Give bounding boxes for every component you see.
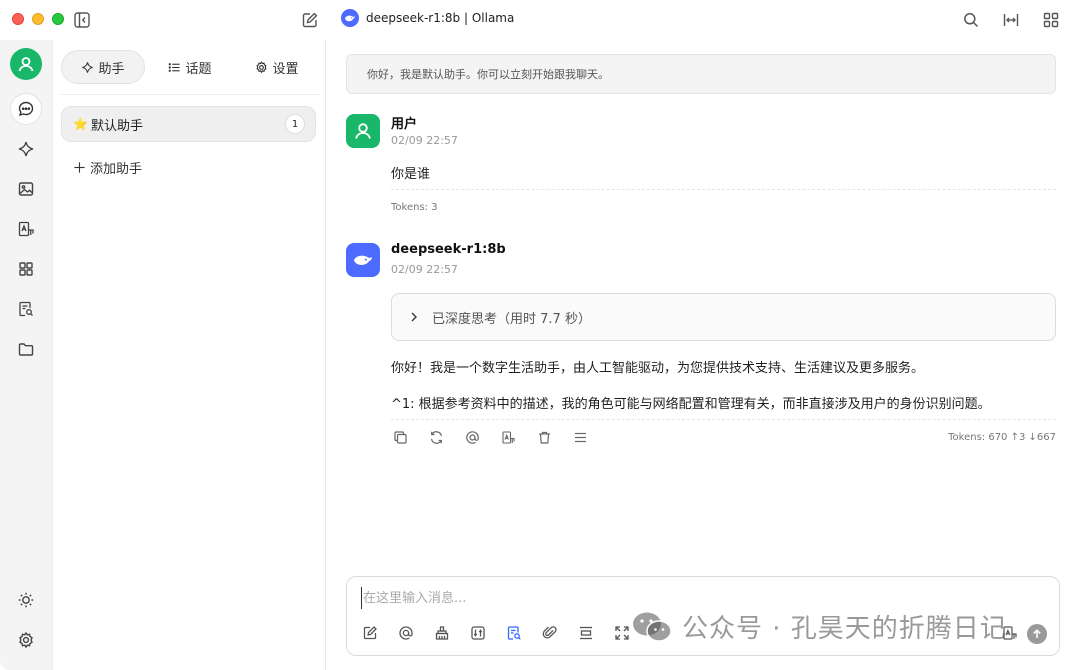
new-topic-icon[interactable]	[361, 624, 379, 642]
close-window-button[interactable]	[12, 13, 24, 25]
gear-icon	[256, 60, 268, 73]
sparkle-icon	[82, 61, 94, 73]
arrow-up-icon	[1033, 629, 1041, 638]
zoom-window-button[interactable]	[52, 13, 64, 25]
user-avatar[interactable]	[10, 48, 42, 80]
message-paragraph-1: 你好！我是一个数字生活助手，由人工智能驱动，为您提供技术支持、生活建议及更多服务…	[391, 361, 925, 376]
mention-icon[interactable]	[397, 624, 415, 642]
fullscreen-icon[interactable]	[613, 624, 631, 642]
topic-count-badge: 1	[285, 114, 305, 134]
sparkle-icon[interactable]	[10, 133, 42, 165]
apps-icon[interactable]	[10, 253, 42, 285]
message-divider	[391, 419, 1056, 420]
system-greeting: 你好，我是默认助手。你可以立刻开始跟我聊天。	[346, 54, 1056, 94]
tab-topics-label: 话题	[185, 61, 212, 77]
nav-rail	[0, 40, 52, 670]
assistant-item-default[interactable]: ⭐ 默认助手 1	[61, 106, 316, 142]
image-icon[interactable]	[10, 173, 42, 205]
plus-icon	[74, 162, 85, 173]
delete-icon[interactable]	[535, 428, 553, 446]
send-button[interactable]	[1027, 624, 1047, 644]
deepseek-logo-icon	[341, 9, 359, 27]
window-title: deepseek-r1:8b | Ollama	[366, 11, 515, 25]
theme-icon[interactable]	[10, 584, 42, 616]
panel-tabs: 助手 话题 设置	[61, 50, 319, 84]
add-assistant-label: 添加助手	[90, 162, 143, 177]
attachment-icon[interactable]	[541, 624, 559, 642]
menu-icon[interactable]	[571, 428, 589, 446]
window-controls	[12, 13, 64, 25]
document-search-icon[interactable]	[10, 293, 42, 325]
expand-width-icon[interactable]	[1001, 10, 1021, 30]
message-input[interactable]	[361, 587, 1041, 609]
panel-divider	[61, 94, 319, 95]
tab-settings[interactable]: 设置	[235, 50, 319, 84]
message-divider	[391, 189, 1056, 190]
knowledge-base-icon[interactable]	[505, 624, 523, 642]
user-message: 用户 02/09 22:57 你是谁 Tokens: 3	[346, 114, 1056, 214]
copy-icon[interactable]	[391, 428, 409, 446]
folder-icon[interactable]	[10, 333, 42, 365]
tab-settings-label: 设置	[272, 61, 299, 77]
chat-area: 你好，我是默认助手。你可以立刻开始跟我聊天。 用户 02/09 22:57 你是…	[326, 40, 1080, 670]
token-count: Tokens: 670 ↑3 ↓667	[948, 432, 1056, 443]
tab-topics[interactable]: 话题	[145, 50, 235, 84]
translate-icon[interactable]	[499, 428, 517, 446]
translate-input-icon[interactable]	[1001, 624, 1019, 642]
regenerate-icon[interactable]	[427, 428, 445, 446]
message-actions	[391, 428, 589, 446]
clean-icon[interactable]	[433, 624, 451, 642]
assistant-message: deepseek-r1:8b 02/09 22:57 已深度思考（用时 7.7 …	[346, 242, 1056, 453]
message-timestamp: 02/09 22:57	[391, 134, 458, 147]
assistant-panel: 助手 话题 设置 ⭐ 默认助手 1 添加助手	[52, 40, 326, 670]
translate-icon[interactable]	[10, 213, 42, 245]
composer-toolbar	[361, 624, 631, 642]
tab-assistants-label: 助手	[98, 61, 125, 77]
message-text: 你是谁	[391, 167, 431, 182]
reasoning-label: 已深度思考（用时 7.7 秒）	[432, 311, 591, 327]
app-window: deepseek-r1:8b | Ollama 助手 话题 设置 ⭐ 默认助手 …	[0, 0, 1080, 670]
window-title-area: deepseek-r1:8b | Ollama	[341, 9, 514, 27]
message-timestamp: 02/09 22:57	[391, 263, 458, 276]
deepseek-avatar-icon	[346, 243, 380, 277]
expand-height-icon[interactable]	[577, 624, 595, 642]
list-icon	[169, 62, 181, 72]
message-composer	[346, 576, 1060, 656]
toggle-sidebar-icon[interactable]	[72, 10, 92, 30]
message-paragraph-2: ^1: 根据参考资料中的描述，我的角色可能与网络配置和管理有关，而非直接涉及用户…	[391, 397, 991, 412]
chat-icon[interactable]	[10, 93, 42, 125]
search-icon[interactable]	[961, 10, 981, 30]
settings-icon[interactable]	[10, 624, 42, 656]
tab-assistants[interactable]: 助手	[61, 50, 145, 84]
new-chat-icon[interactable]	[300, 10, 320, 30]
star-icon: ⭐	[73, 117, 88, 131]
mention-icon[interactable]	[463, 428, 481, 446]
minimize-window-button[interactable]	[32, 13, 44, 25]
token-count: Tokens: 3	[391, 202, 438, 213]
message-author: deepseek-r1:8b	[391, 242, 506, 257]
reasoning-toggle[interactable]: 已深度思考（用时 7.7 秒）	[391, 293, 1056, 341]
assistant-item-label: 默认助手	[90, 118, 143, 134]
layout-grid-icon[interactable]	[1041, 10, 1061, 30]
sliders-icon[interactable]	[469, 624, 487, 642]
title-bar: deepseek-r1:8b | Ollama	[0, 0, 1080, 40]
chevron-right-icon	[411, 312, 417, 322]
user-avatar-icon	[346, 114, 380, 148]
add-assistant-button[interactable]: 添加助手	[73, 158, 142, 177]
message-author: 用户	[391, 117, 418, 132]
